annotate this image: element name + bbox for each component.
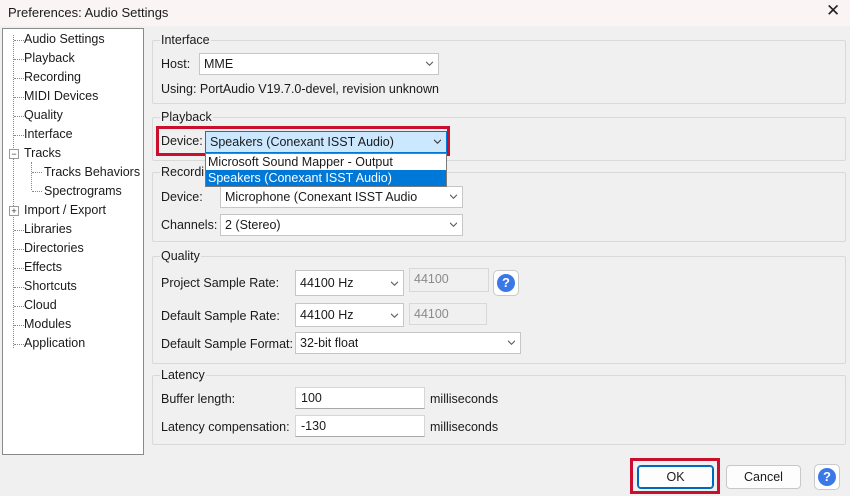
sample-format-label: Default Sample Format: <box>161 337 293 351</box>
tree-item-directories[interactable]: Directories <box>24 240 84 257</box>
host-select[interactable]: MME <box>199 53 439 75</box>
project-rate-label: Project Sample Rate: <box>161 276 280 290</box>
sample-format-select[interactable]: 32-bit float <box>295 332 521 354</box>
tree-guide-line-sub <box>31 162 32 190</box>
preferences-tree: Audio Settings Playback Recording MIDI D… <box>2 28 144 455</box>
expand-icon[interactable]: + <box>9 206 19 216</box>
tree-item-effects[interactable]: Effects <box>24 259 62 276</box>
tree-item-tracks-behaviors[interactable]: Tracks Behaviors <box>44 164 140 181</box>
channels-select-value: 2 (Stereo) <box>225 218 281 232</box>
chevron-down-icon <box>508 340 515 345</box>
chevron-down-icon <box>391 313 398 318</box>
project-rate-select[interactable]: 44100 Hz <box>295 270 404 296</box>
buffer-length-label: Buffer length: <box>161 392 236 406</box>
tree-item-spectrograms[interactable]: Spectrograms <box>44 183 122 200</box>
host-select-value: MME <box>204 57 234 71</box>
default-rate-value: 44100 Hz <box>300 308 354 322</box>
dropdown-option-sound-mapper[interactable]: Microsoft Sound Mapper - Output <box>206 154 446 170</box>
title-bar: Preferences: Audio Settings ✕ <box>0 0 850 26</box>
window-title: Preferences: Audio Settings <box>8 5 169 20</box>
dropdown-option-speakers[interactable]: Speakers (Conexant ISST Audio) <box>206 170 446 186</box>
interface-group-title: Interface <box>160 33 211 47</box>
recording-device-label: Device: <box>161 190 203 204</box>
quality-group-title: Quality <box>160 249 201 263</box>
recording-device-select[interactable]: Microphone (Conexant ISST Audio <box>220 186 463 208</box>
project-rate-text-value: 44100 <box>414 272 449 286</box>
quality-help-button[interactable]: ? <box>493 270 519 296</box>
tree-item-import-export[interactable]: Import / Export <box>24 202 106 219</box>
chevron-down-icon <box>450 194 457 199</box>
annotation-highlight-ok <box>630 458 720 494</box>
default-rate-label: Default Sample Rate: <box>161 309 280 323</box>
tree-item-libraries[interactable]: Libraries <box>24 221 72 238</box>
tree-item-audio-settings[interactable]: Audio Settings <box>24 31 105 48</box>
latency-compensation-input[interactable]: -130 <box>295 415 425 437</box>
latency-compensation-unit: milliseconds <box>430 420 499 434</box>
cancel-button[interactable]: Cancel <box>726 465 801 489</box>
buffer-length-input[interactable]: 100 <box>295 387 425 409</box>
sample-format-value: 32-bit float <box>300 336 359 350</box>
recording-group-title: Recordi <box>160 165 206 179</box>
channels-label: Channels: <box>161 218 218 232</box>
tree-item-recording[interactable]: Recording <box>24 69 81 86</box>
default-rate-select[interactable]: 44100 Hz <box>295 303 404 327</box>
project-rate-text: 44100 <box>409 268 489 292</box>
project-rate-value: 44100 Hz <box>300 276 354 290</box>
host-label: Host: <box>161 57 191 71</box>
help-icon: ? <box>497 274 515 292</box>
portaudio-version-text: Using: PortAudio V19.7.0-devel, revision… <box>161 82 439 96</box>
chevron-down-icon <box>391 281 398 286</box>
channels-select[interactable]: 2 (Stereo) <box>220 214 463 236</box>
recording-device-value: Microphone (Conexant ISST Audio <box>225 190 418 204</box>
tree-item-tracks[interactable]: Tracks <box>24 145 61 162</box>
latency-group-title: Latency <box>160 368 206 382</box>
help-icon: ? <box>818 468 836 486</box>
buffer-length-unit: milliseconds <box>430 392 499 406</box>
annotation-highlight-device <box>156 126 450 156</box>
default-rate-text: 44100 <box>409 303 487 325</box>
chevron-down-icon <box>450 222 457 227</box>
default-rate-text-value: 44100 <box>414 307 449 321</box>
tree-item-cloud[interactable]: Cloud <box>24 297 57 314</box>
close-icon[interactable]: ✕ <box>826 1 840 21</box>
latency-compensation-label: Latency compensation: <box>161 420 290 434</box>
tree-item-interface[interactable]: Interface <box>24 126 73 143</box>
tree-item-modules[interactable]: Modules <box>24 316 71 333</box>
tree-item-playback[interactable]: Playback <box>24 50 75 67</box>
buffer-length-value: 100 <box>301 391 322 405</box>
tree-guide-line <box>13 35 14 348</box>
collapse-icon[interactable]: − <box>9 149 19 159</box>
tree-item-quality[interactable]: Quality <box>24 107 63 124</box>
latency-compensation-value: -130 <box>301 419 327 433</box>
chevron-down-icon <box>426 61 433 66</box>
playback-device-dropdown: Microsoft Sound Mapper - Output Speakers… <box>205 153 447 187</box>
help-button[interactable]: ? <box>814 464 840 490</box>
tree-item-shortcuts[interactable]: Shortcuts <box>24 278 77 295</box>
playback-group-title: Playback <box>160 110 213 124</box>
tree-item-application[interactable]: Application <box>24 335 85 352</box>
latency-group <box>152 375 846 445</box>
tree-item-midi-devices[interactable]: MIDI Devices <box>24 88 98 105</box>
